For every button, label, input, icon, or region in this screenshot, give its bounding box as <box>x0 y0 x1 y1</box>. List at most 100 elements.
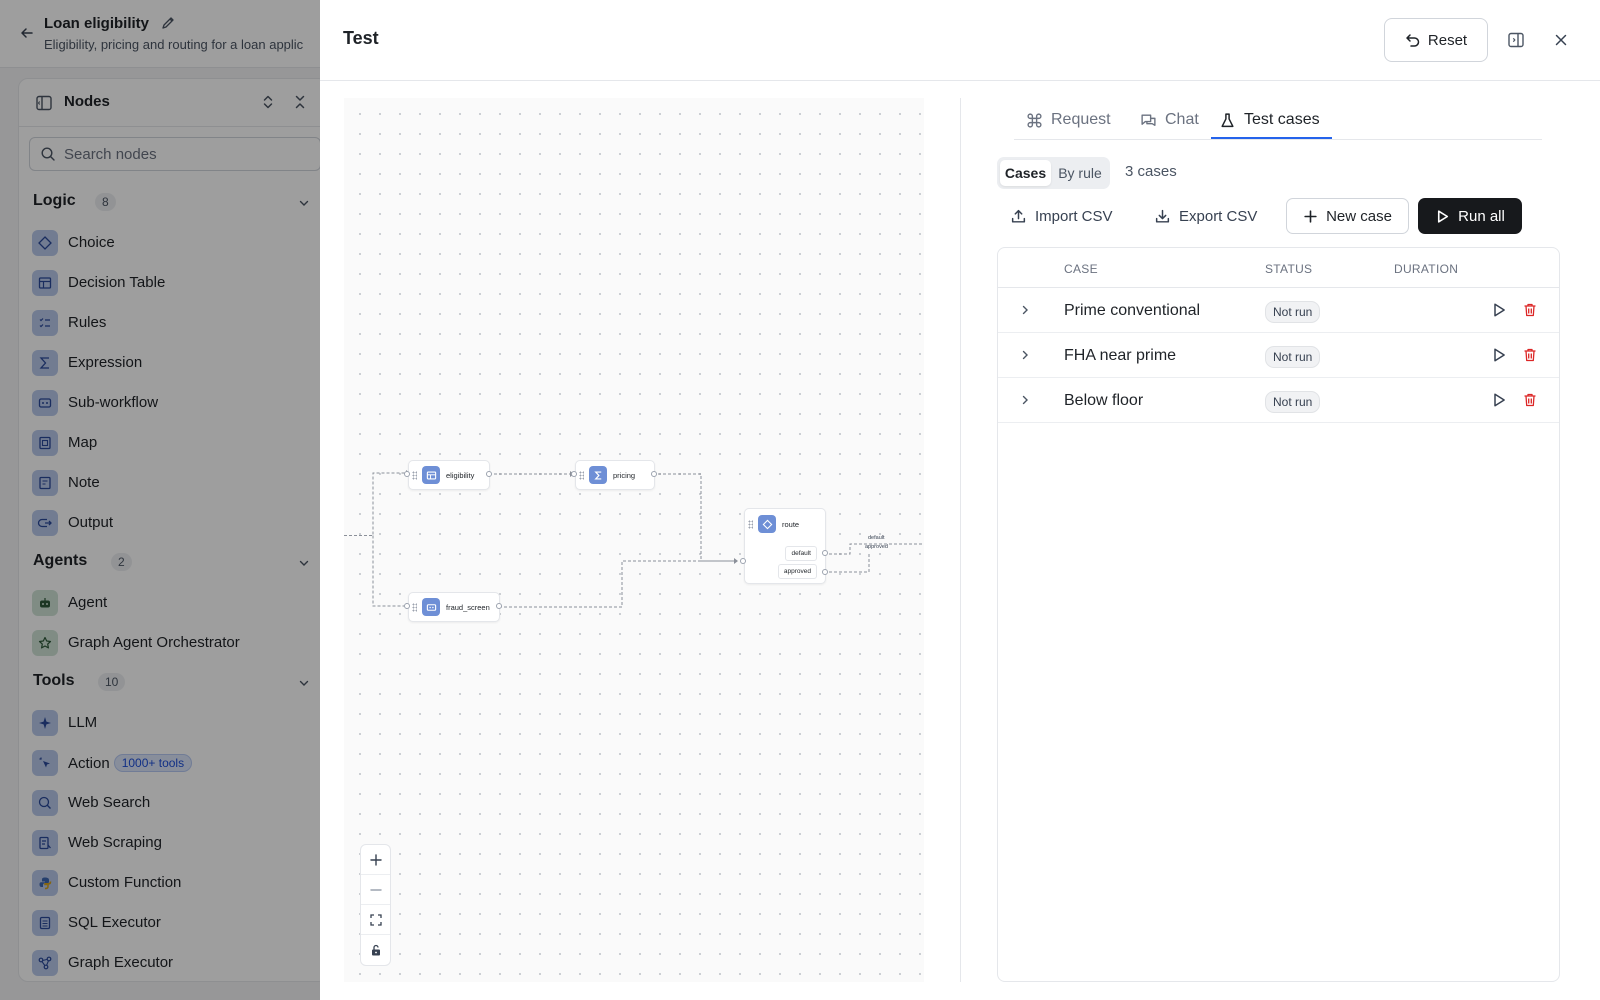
input-handle[interactable] <box>571 471 577 477</box>
table-header: CASE STATUS DURATION <box>998 248 1559 288</box>
fit-view-button[interactable] <box>361 905 390 935</box>
drawer-title: Test <box>343 28 379 48</box>
route-header: route <box>758 515 799 533</box>
tab-label: Test cases <box>1244 111 1320 128</box>
tab-test-cases[interactable]: Test cases <box>1219 100 1320 140</box>
new-case-button[interactable]: New case <box>1286 198 1409 234</box>
import-label: Import CSV <box>1035 207 1113 225</box>
tab-request[interactable]: Request <box>1026 100 1111 140</box>
plus-icon <box>369 853 382 866</box>
column-case: CASE <box>1064 262 1098 276</box>
edge-label-approved: approved <box>865 544 888 550</box>
flask-icon <box>1221 112 1234 127</box>
case-name: FHA near prime <box>1064 347 1177 364</box>
canvas-node-label: route <box>782 519 800 529</box>
case-name: Prime conventional <box>1064 302 1201 319</box>
drag-handle[interactable] <box>412 471 417 480</box>
upload-icon <box>1011 209 1026 223</box>
drawer-header: Test Reset <box>320 0 1600 81</box>
input-handle[interactable] <box>404 603 410 609</box>
table-icon <box>422 466 440 484</box>
run-all-label: Run all <box>1458 207 1505 225</box>
trash-icon[interactable] <box>1522 302 1538 318</box>
test-drawer: Test Reset eligibility pricing fraud_scr… <box>320 0 1600 1000</box>
canvas-node-pricing[interactable]: pricing <box>575 460 655 490</box>
command-icon <box>1027 112 1042 128</box>
table-row[interactable]: Below floor Not run <box>998 378 1559 423</box>
canvas-node-label: eligibility <box>446 470 475 480</box>
reset-button[interactable]: Reset <box>1384 18 1488 62</box>
plus-icon <box>1304 209 1317 223</box>
status-badge: Not run <box>1265 301 1321 323</box>
segment-cases[interactable]: Cases <box>1000 160 1051 186</box>
status-badge: Not run <box>1265 346 1321 368</box>
column-duration: DURATION <box>1394 262 1459 276</box>
download-icon <box>1155 209 1170 223</box>
drag-handle[interactable] <box>579 471 584 480</box>
input-handle[interactable] <box>404 471 410 477</box>
undo-icon <box>1406 34 1420 47</box>
trash-icon[interactable] <box>1522 392 1538 408</box>
canvas-node-eligibility[interactable]: eligibility <box>408 460 490 490</box>
play-icon[interactable] <box>1491 347 1507 363</box>
workflow-canvas[interactable]: eligibility pricing fraud_screen route d… <box>344 98 924 982</box>
output-handle[interactable] <box>496 603 502 609</box>
panel-divider[interactable] <box>960 98 961 982</box>
tab-label: Request <box>1051 111 1111 128</box>
case-count: 3 cases <box>1125 163 1177 180</box>
output-handle[interactable] <box>486 471 492 477</box>
view-toggle: Cases By rule <box>997 157 1110 189</box>
output-handle[interactable] <box>822 550 828 556</box>
canvas-node-route[interactable]: route default approved <box>744 508 826 584</box>
sigma-icon <box>589 466 607 484</box>
lock-icon <box>371 944 380 956</box>
zoom-in-button[interactable] <box>361 845 390 875</box>
canvas-node-label: pricing <box>613 470 636 480</box>
output-handle[interactable] <box>822 569 828 575</box>
export-csv-button[interactable]: Export CSV <box>1154 198 1257 234</box>
tab-label: Chat <box>1165 111 1199 128</box>
table-row[interactable]: FHA near prime Not run <box>998 333 1559 378</box>
lock-button[interactable] <box>361 935 390 965</box>
tab-chat[interactable]: Chat <box>1140 100 1199 140</box>
chevron-right-icon[interactable] <box>1018 393 1032 407</box>
chevron-right-icon[interactable] <box>1018 303 1032 317</box>
test-cases-table: CASE STATUS DURATION Prime conventional … <box>997 247 1560 982</box>
new-case-label: New case <box>1326 207 1392 225</box>
drag-handle[interactable] <box>748 520 753 529</box>
close-button[interactable] <box>1550 29 1572 51</box>
trash-icon[interactable] <box>1522 347 1538 363</box>
input-handle[interactable] <box>740 558 746 564</box>
chat-icon <box>1141 113 1156 126</box>
case-name: Below floor <box>1064 392 1144 409</box>
panel-split-icon <box>1508 32 1524 48</box>
fit-view-icon <box>369 913 382 926</box>
status-badge: Not run <box>1265 391 1321 413</box>
export-label: Export CSV <box>1179 207 1258 225</box>
canvas-node-fraud-screen[interactable]: fraud_screen <box>408 592 500 622</box>
drag-handle[interactable] <box>412 603 417 612</box>
play-icon <box>1438 209 1449 223</box>
choice-icon <box>758 515 776 533</box>
test-tabs: Request Chat Test cases <box>1014 100 1542 140</box>
segment-by-rule[interactable]: By rule <box>1053 160 1107 186</box>
reset-label: Reset <box>1427 31 1468 49</box>
canvas-node-label: fraud_screen <box>446 602 490 612</box>
active-tab-indicator <box>1211 137 1332 139</box>
import-csv-button[interactable]: Import CSV <box>1010 198 1113 234</box>
minus-icon <box>369 888 382 891</box>
route-port-approved[interactable]: approved <box>777 564 817 579</box>
run-all-button[interactable]: Run all <box>1418 198 1522 234</box>
output-handle[interactable] <box>651 471 657 477</box>
column-status: STATUS <box>1265 262 1313 276</box>
play-icon[interactable] <box>1491 392 1507 408</box>
chevron-right-icon[interactable] <box>1018 348 1032 362</box>
toggle-layout-button[interactable] <box>1505 29 1527 51</box>
zoom-controls <box>360 844 391 966</box>
sub-workflow-icon <box>422 598 440 616</box>
table-row[interactable]: Prime conventional Not run <box>998 288 1559 333</box>
route-port-default[interactable]: default <box>785 546 817 561</box>
edge-label-default: default <box>868 535 885 541</box>
play-icon[interactable] <box>1491 302 1507 318</box>
zoom-out-button[interactable] <box>361 875 390 905</box>
